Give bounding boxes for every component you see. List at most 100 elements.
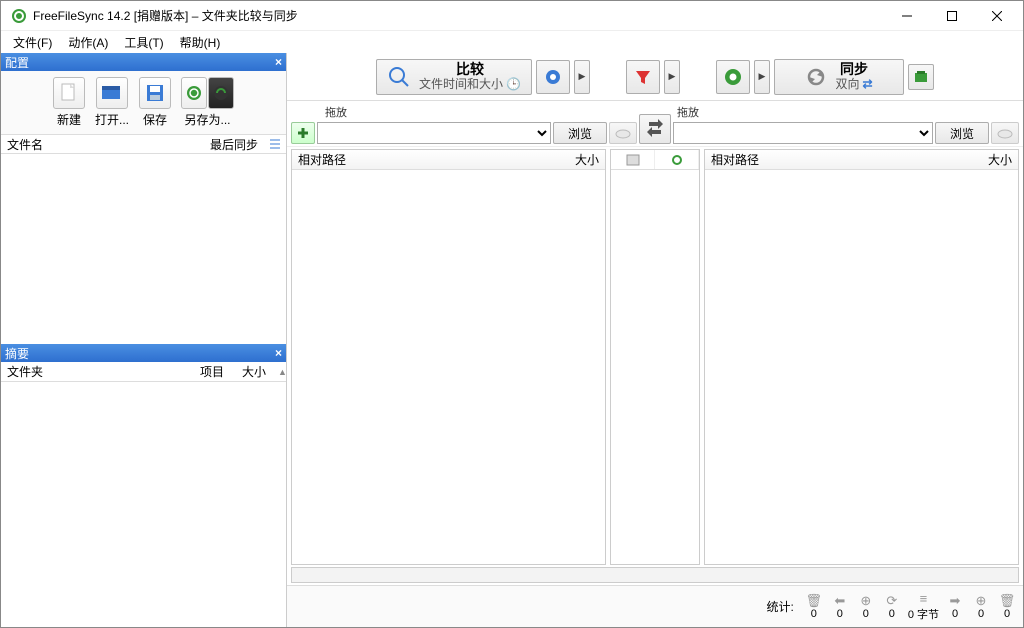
stat-equal: ⟳0 xyxy=(882,594,902,620)
stat-create-right: ➡0 xyxy=(945,594,965,620)
summary-panel-close-icon[interactable]: × xyxy=(275,346,282,360)
swap-button[interactable] xyxy=(639,114,671,144)
clock-icon: 🕒 xyxy=(506,78,521,91)
config-panel-close-icon[interactable]: × xyxy=(275,55,282,69)
drop-label-left: 拖放 xyxy=(291,103,637,122)
col-items[interactable]: 项目 xyxy=(188,361,230,382)
left-list-body[interactable] xyxy=(292,170,605,564)
right-col-size[interactable]: 大小 xyxy=(972,149,1018,170)
stat-create-left: ⊕0 xyxy=(856,594,876,620)
sync-icon xyxy=(805,66,827,88)
close-button[interactable] xyxy=(974,2,1019,30)
browse-left-button[interactable]: 浏览 xyxy=(553,122,607,144)
stat-update-left: ⬅0 xyxy=(830,594,850,620)
plus-right-icon: ⊕ xyxy=(976,594,987,607)
config-list-body[interactable] xyxy=(1,154,286,344)
maximize-button[interactable] xyxy=(929,2,974,30)
add-pair-button[interactable] xyxy=(291,122,315,144)
config-panel-title: 配置 xyxy=(5,54,29,71)
disk-icon: 🗑 xyxy=(806,594,823,607)
folder-pair-row: 拖放 浏览 拖放 浏览 xyxy=(287,101,1023,147)
col-lastsync[interactable]: 最后同步 xyxy=(204,134,264,155)
main-toolbar: 比较 文件时间和大小 🕒 ▶ ▶ ▶ 同步 双向 ⇄ xyxy=(287,53,1023,101)
pair-left: 拖放 浏览 xyxy=(291,103,637,144)
drop-label-right: 拖放 xyxy=(673,103,1019,122)
list-left: 相对路径 大小 xyxy=(291,149,606,565)
statusbar: 统计: 🗑0 ⬅0 ⊕0 ⟳0 ≡0 字节 ➡0 ⊕0 🗑0 xyxy=(287,585,1023,627)
filter-button[interactable] xyxy=(626,60,660,94)
cloud-right-button[interactable] xyxy=(991,122,1019,144)
summary-headers: 文件夹 项目 大小 ▲ xyxy=(1,362,286,382)
minimize-button[interactable] xyxy=(884,2,929,30)
save-button[interactable]: 保存 xyxy=(135,75,175,130)
new-icon xyxy=(53,77,85,109)
compare-label: 比较 xyxy=(456,62,484,77)
window-title: FreeFileSync 14.2 [捐赠版本] – 文件夹比较与同步 xyxy=(33,7,884,24)
save-icon xyxy=(139,77,171,109)
app-icon xyxy=(11,8,27,24)
stat-delete-right: 🗑0 xyxy=(997,594,1017,620)
sync-settings-dropdown[interactable]: ▶ xyxy=(754,60,770,94)
two-way-icon: ⇄ xyxy=(862,78,872,91)
category-icon[interactable] xyxy=(611,150,655,169)
filter-dropdown[interactable]: ▶ xyxy=(664,60,680,94)
sort-arrow-icon: ▲ xyxy=(272,365,286,379)
menubar: 文件(F) 动作(A) 工具(T) 帮助(H) xyxy=(1,31,1023,53)
stat-bytes: ≡0 字节 xyxy=(908,592,939,622)
compare-button[interactable]: 比较 文件时间和大小 🕒 xyxy=(376,59,532,95)
menu-action[interactable]: 动作(A) xyxy=(60,32,116,53)
pair-right: 拖放 浏览 xyxy=(673,103,1019,144)
saveas-button[interactable]: 另存为... xyxy=(177,75,238,130)
bytes-icon: ≡ xyxy=(920,592,928,605)
content: 比较 文件时间和大小 🕒 ▶ ▶ ▶ 同步 双向 ⇄ xyxy=(287,53,1023,627)
start-sync-button[interactable] xyxy=(908,64,934,90)
compare-settings-dropdown[interactable]: ▶ xyxy=(574,60,590,94)
sync-settings-button[interactable] xyxy=(716,60,750,94)
config-list-headers: 文件名 最后同步 xyxy=(1,134,286,154)
horizontal-scrollbar[interactable] xyxy=(291,567,1019,583)
col-folder[interactable]: 文件夹 xyxy=(1,361,188,382)
compare-settings-button[interactable] xyxy=(536,60,570,94)
menu-tools[interactable]: 工具(T) xyxy=(116,32,171,53)
list-right: 相对路径 大小 xyxy=(704,149,1019,565)
col-filename[interactable]: 文件名 xyxy=(1,134,204,155)
trash-icon: 🗑 xyxy=(999,594,1016,607)
stats-label: 统计: xyxy=(766,598,797,615)
saveas-sync-icon xyxy=(181,77,207,109)
summary-panel-header: 摘要 × xyxy=(1,344,286,362)
left-folder-input[interactable] xyxy=(317,122,551,144)
left-col-path[interactable]: 相对路径 xyxy=(292,149,559,170)
config-actions: 新建 打开... 保存 另存为... xyxy=(1,71,286,134)
arrow-right-icon: ➡ xyxy=(950,594,961,607)
action-icon[interactable] xyxy=(655,150,699,169)
menu-help[interactable]: 帮助(H) xyxy=(172,32,229,53)
mid-list-body[interactable] xyxy=(611,170,699,564)
sync-label: 同步 xyxy=(840,62,868,77)
summary-panel-title: 摘要 xyxy=(5,345,29,362)
summary-body[interactable] xyxy=(1,382,286,627)
browse-right-button[interactable]: 浏览 xyxy=(935,122,989,144)
sidebar: 配置 × 新建 打开... 保存 另存为... xyxy=(1,53,287,627)
cloud-left-button[interactable] xyxy=(609,122,637,144)
right-list-body[interactable] xyxy=(705,170,1018,564)
right-col-path[interactable]: 相对路径 xyxy=(705,149,972,170)
right-folder-input[interactable] xyxy=(673,122,933,144)
arrow-left-icon: ⬅ xyxy=(834,594,845,607)
plus-left-icon: ⊕ xyxy=(860,594,871,607)
menu-file[interactable]: 文件(F) xyxy=(5,32,60,53)
list-mid xyxy=(610,149,700,565)
config-panel-header: 配置 × xyxy=(1,53,286,71)
new-button[interactable]: 新建 xyxy=(49,75,89,130)
left-col-size[interactable]: 大小 xyxy=(559,149,605,170)
open-button[interactable]: 打开... xyxy=(91,75,133,130)
col-size[interactable]: 大小 xyxy=(230,361,272,382)
open-icon xyxy=(96,77,128,109)
swap-container xyxy=(637,103,673,144)
refresh-icon: ⟳ xyxy=(886,594,897,607)
list-view-icon[interactable] xyxy=(264,136,286,152)
saveas-batch-icon xyxy=(208,77,234,109)
stat-update-right: ⊕0 xyxy=(971,594,991,620)
comparison-lists: 相对路径 大小 相对路径 大小 xyxy=(287,147,1023,567)
magnifier-icon xyxy=(387,65,411,89)
sync-button[interactable]: 同步 双向 ⇄ xyxy=(774,59,904,95)
